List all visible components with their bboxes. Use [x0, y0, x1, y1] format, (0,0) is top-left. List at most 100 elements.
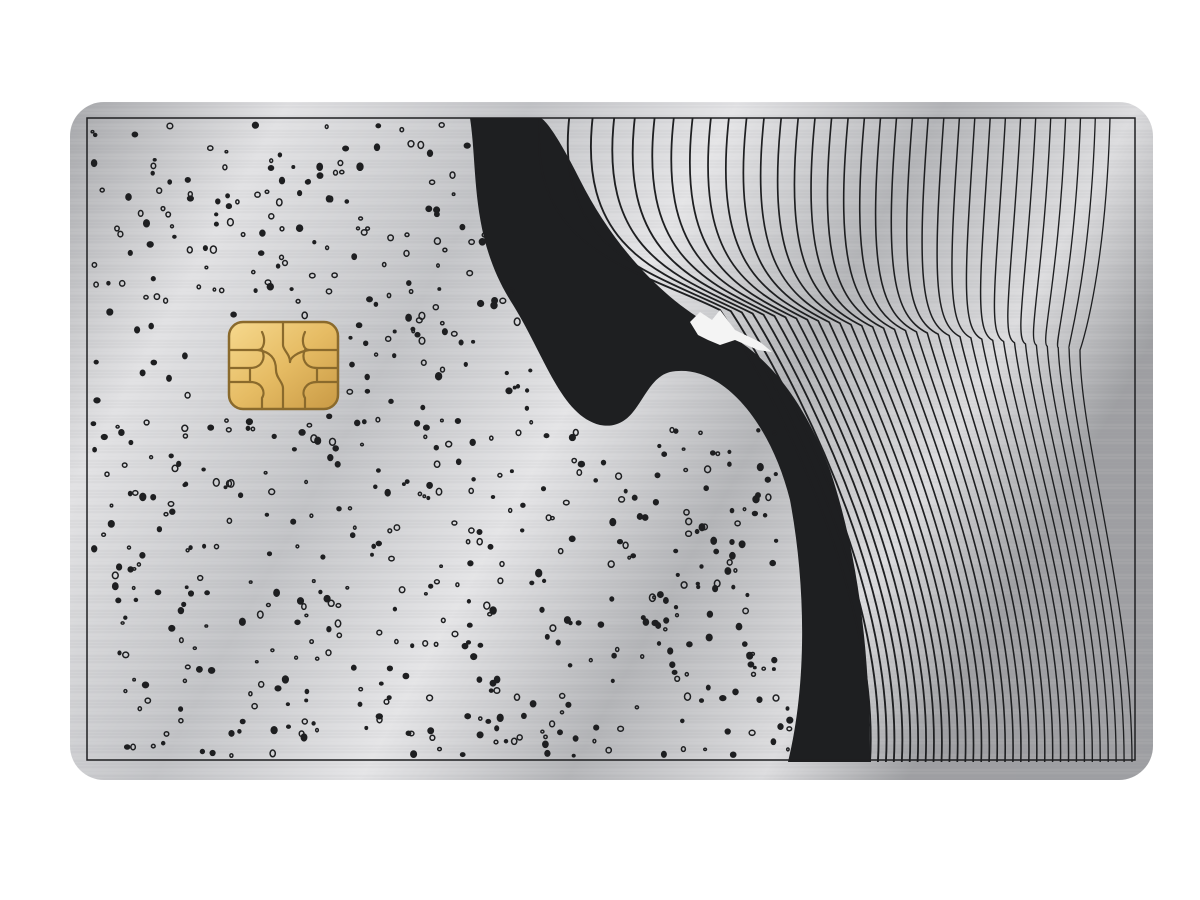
speckle-dot	[291, 165, 296, 169]
speckle-dot	[541, 578, 547, 584]
speckle-dot	[294, 619, 301, 626]
speckle-dot	[470, 653, 478, 661]
speckle-dot	[127, 490, 133, 497]
speckle-dot	[92, 446, 97, 453]
speckle-dot	[259, 229, 266, 237]
speckle-dot	[296, 597, 305, 605]
speckle-dot	[91, 545, 98, 553]
speckle-dot	[756, 462, 764, 472]
speckle-dot	[434, 371, 443, 381]
speckle-dot	[139, 551, 146, 559]
speckle-dot	[373, 484, 378, 490]
speckle-dot	[182, 352, 188, 360]
speckle-dot	[727, 449, 732, 454]
speckle-dot	[535, 568, 543, 578]
speckle-dot	[712, 584, 719, 593]
speckle-dot	[706, 610, 714, 618]
speckle-dot	[756, 696, 763, 703]
speckle-dot	[524, 405, 530, 411]
speckle-dot	[169, 508, 176, 515]
speckle-dot	[204, 590, 210, 596]
speckle-dot	[364, 373, 370, 381]
speckle-dot	[370, 552, 374, 557]
speckle-dot	[314, 436, 322, 445]
speckle-dot	[786, 716, 794, 724]
speckle-dot	[300, 733, 308, 742]
speckle-dot	[662, 597, 669, 604]
speckle-dot	[466, 622, 473, 628]
speckle-dot	[125, 193, 132, 201]
speckle-dot	[426, 149, 434, 158]
speckle-dot	[520, 712, 527, 719]
speckle-dot	[378, 681, 384, 686]
speckle-dot	[675, 572, 680, 577]
speckle-dot	[128, 439, 134, 446]
speckle-dot	[503, 738, 509, 744]
speckle-dot	[563, 616, 571, 624]
speckle-dot	[504, 370, 509, 376]
speckle-dot	[156, 526, 163, 533]
emv-chip-icon	[227, 320, 340, 411]
speckle-dot	[667, 647, 674, 655]
speckle-dot	[237, 492, 244, 499]
speckle-dot	[150, 493, 157, 501]
speckle-dot	[699, 564, 704, 569]
speckle-dot	[496, 713, 504, 722]
speckle-dot	[593, 724, 600, 731]
speckle-dot	[304, 688, 310, 695]
speckle-dot	[568, 535, 576, 543]
speckle-dot	[610, 678, 615, 684]
speckle-dot	[320, 554, 326, 560]
speckle-dot	[316, 172, 324, 179]
speckle-dot	[427, 727, 435, 735]
speckle-dot	[118, 428, 125, 437]
speckle-dot	[271, 433, 277, 440]
speckle-dot	[285, 702, 291, 707]
speckle-dot	[698, 698, 705, 703]
speckle-dot	[539, 606, 545, 613]
speckle-dot	[371, 543, 377, 549]
speckle-dot	[90, 421, 97, 427]
speckle-dot	[402, 672, 410, 680]
speckle-dot	[713, 548, 720, 555]
speckle-dot	[290, 518, 297, 525]
speckle-dot	[375, 123, 382, 129]
speckle-dot	[239, 718, 246, 725]
speckle-dot	[425, 205, 433, 213]
speckle-dot	[181, 601, 187, 608]
speckle-dot	[741, 641, 748, 647]
speckle-dot	[519, 528, 525, 533]
speckle-dot	[529, 700, 537, 708]
speckle-dot	[199, 748, 206, 755]
speckle-dot	[420, 404, 426, 411]
speckle-dot	[762, 513, 768, 518]
speckle-dot	[323, 594, 331, 603]
speckle-dot	[404, 479, 410, 484]
speckle-dot	[225, 203, 233, 210]
speckle-dot	[476, 676, 483, 683]
speckle-dot	[709, 450, 716, 456]
speckle-dot	[228, 729, 235, 737]
speckle-dot	[357, 701, 363, 707]
speckle-dot	[318, 589, 323, 595]
speckle-dot	[422, 424, 430, 431]
speckle-dot	[275, 263, 281, 269]
speckle-dot	[490, 494, 496, 500]
speckle-dot	[195, 666, 203, 673]
speckle-dot	[214, 212, 219, 217]
speckle-dot	[544, 633, 550, 640]
speckle-dot	[127, 249, 133, 256]
speckle-dot	[111, 582, 119, 591]
speckle-dot	[187, 590, 195, 597]
speckle-dot	[405, 730, 412, 736]
speckle-dot	[386, 695, 392, 700]
speckle-dot	[772, 430, 778, 436]
speckle-dot	[106, 308, 114, 316]
speckle-dot	[93, 397, 101, 404]
speckle-dot	[291, 447, 297, 452]
speckle-dot	[388, 398, 394, 405]
speckle-dot	[630, 553, 637, 559]
speckle-dot	[557, 729, 563, 736]
speckle-dot	[476, 299, 485, 308]
speckle-dot	[694, 528, 700, 535]
